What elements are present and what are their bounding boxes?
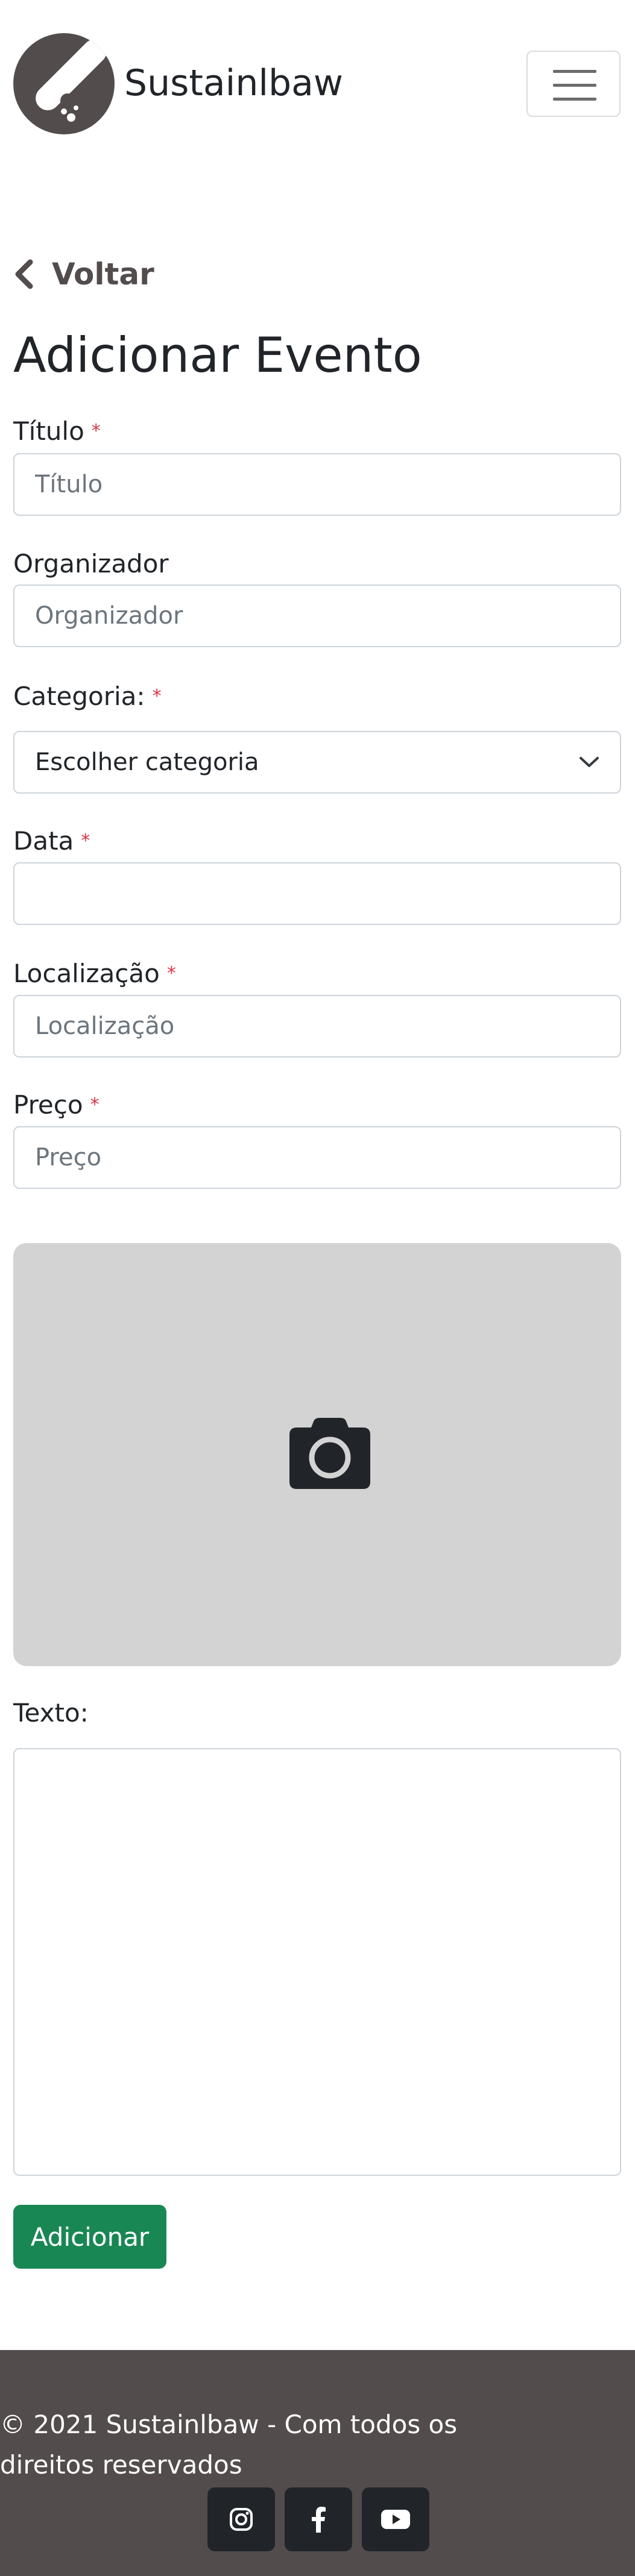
- date-label-text: Data: [13, 826, 74, 856]
- facebook-icon: [312, 2507, 326, 2533]
- organizer-input[interactable]: [13, 584, 621, 647]
- skateboard-icon: [36, 39, 107, 122]
- text-label: Texto:: [13, 1698, 89, 1728]
- required-mark: *: [81, 830, 90, 851]
- location-label: Localização *: [13, 957, 176, 991]
- price-label-text: Preço: [13, 1090, 83, 1120]
- category-label-text: Categoria:: [13, 682, 145, 711]
- price-label: Preço *: [13, 1088, 100, 1122]
- chevron-left-icon: [15, 259, 33, 289]
- date-label: Data *: [13, 824, 90, 858]
- price-input[interactable]: [13, 1126, 621, 1189]
- required-mark: *: [152, 686, 162, 707]
- title-label-text: Título: [13, 416, 84, 446]
- photo-upload[interactable]: [13, 1243, 621, 1666]
- category-label: Categoria: *: [13, 680, 162, 713]
- title-label: Título *: [13, 415, 101, 448]
- required-mark: *: [91, 421, 101, 442]
- location-input[interactable]: [13, 995, 621, 1058]
- page-title: Adicionar Evento: [13, 327, 422, 383]
- hamburger-icon: [553, 70, 596, 73]
- organizer-label: Organizador: [13, 549, 169, 578]
- back-link[interactable]: Voltar: [13, 253, 154, 295]
- add-event-button[interactable]: Adicionar: [13, 2205, 166, 2269]
- hamburger-icon-bar: [553, 84, 596, 87]
- logo[interactable]: [13, 33, 115, 134]
- text-textarea[interactable]: [13, 1748, 621, 2176]
- chevron-down-icon: [580, 757, 599, 767]
- social-links: [207, 2487, 429, 2551]
- facebook-link[interactable]: [285, 2487, 352, 2551]
- youtube-link[interactable]: [362, 2487, 429, 2551]
- location-label-text: Localização: [13, 959, 160, 988]
- title-input[interactable]: [13, 453, 621, 516]
- back-label: Voltar: [52, 257, 154, 292]
- required-mark: *: [166, 963, 176, 984]
- date-input[interactable]: [13, 862, 621, 925]
- category-selected-value: Escolher categoria: [35, 748, 259, 776]
- copyright-text: © 2021 Sustainlbaw - Com todos os direit…: [0, 2410, 458, 2480]
- hamburger-icon-bar: [553, 98, 596, 101]
- camera-icon: [289, 1418, 370, 1489]
- navbar: Sustainlbaw: [0, 0, 635, 169]
- menu-toggle-button[interactable]: [526, 51, 621, 117]
- footer: © 2021 Sustainlbaw - Com todos os direit…: [0, 2350, 635, 2576]
- brand-name[interactable]: Sustainlbaw: [124, 58, 343, 108]
- required-mark: *: [90, 1094, 100, 1115]
- instagram-icon: [230, 2508, 253, 2531]
- category-select[interactable]: Escolher categoria: [13, 731, 621, 794]
- youtube-icon: [381, 2510, 410, 2529]
- instagram-link[interactable]: [207, 2487, 275, 2551]
